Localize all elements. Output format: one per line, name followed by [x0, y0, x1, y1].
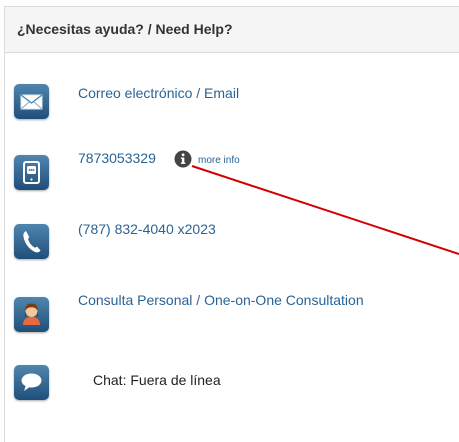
more-info-link[interactable]: more info [198, 155, 240, 166]
envelope-icon[interactable] [14, 84, 49, 119]
email-link[interactable]: Correo electrónico / Email [78, 85, 239, 101]
help-item-chat: Chat: Fuera de línea [0, 362, 455, 402]
person-icon[interactable] [14, 297, 49, 332]
consultation-link[interactable]: Consulta Personal / One-on-One Consultat… [78, 292, 364, 308]
help-item-mobile: 7873053329 more info [0, 150, 455, 190]
phone-icon[interactable] [14, 224, 49, 259]
mobile-chat-icon[interactable] [14, 155, 49, 190]
help-item-email: Correo electrónico / Email [0, 82, 455, 122]
chat-status: Chat: Fuera de línea [93, 372, 221, 388]
mobile-number-link[interactable]: 7873053329 [78, 150, 156, 166]
chat-bubble-icon[interactable] [14, 365, 49, 400]
info-icon[interactable] [174, 150, 192, 168]
help-item-consultation: Consulta Personal / One-on-One Consultat… [0, 287, 455, 332]
phone-number-link[interactable]: (787) 832-4040 x2023 [78, 221, 216, 237]
help-item-phone: (787) 832-4040 x2023 [0, 220, 455, 260]
panel-title: ¿Necesitas ayuda? / Need Help? [5, 7, 459, 53]
